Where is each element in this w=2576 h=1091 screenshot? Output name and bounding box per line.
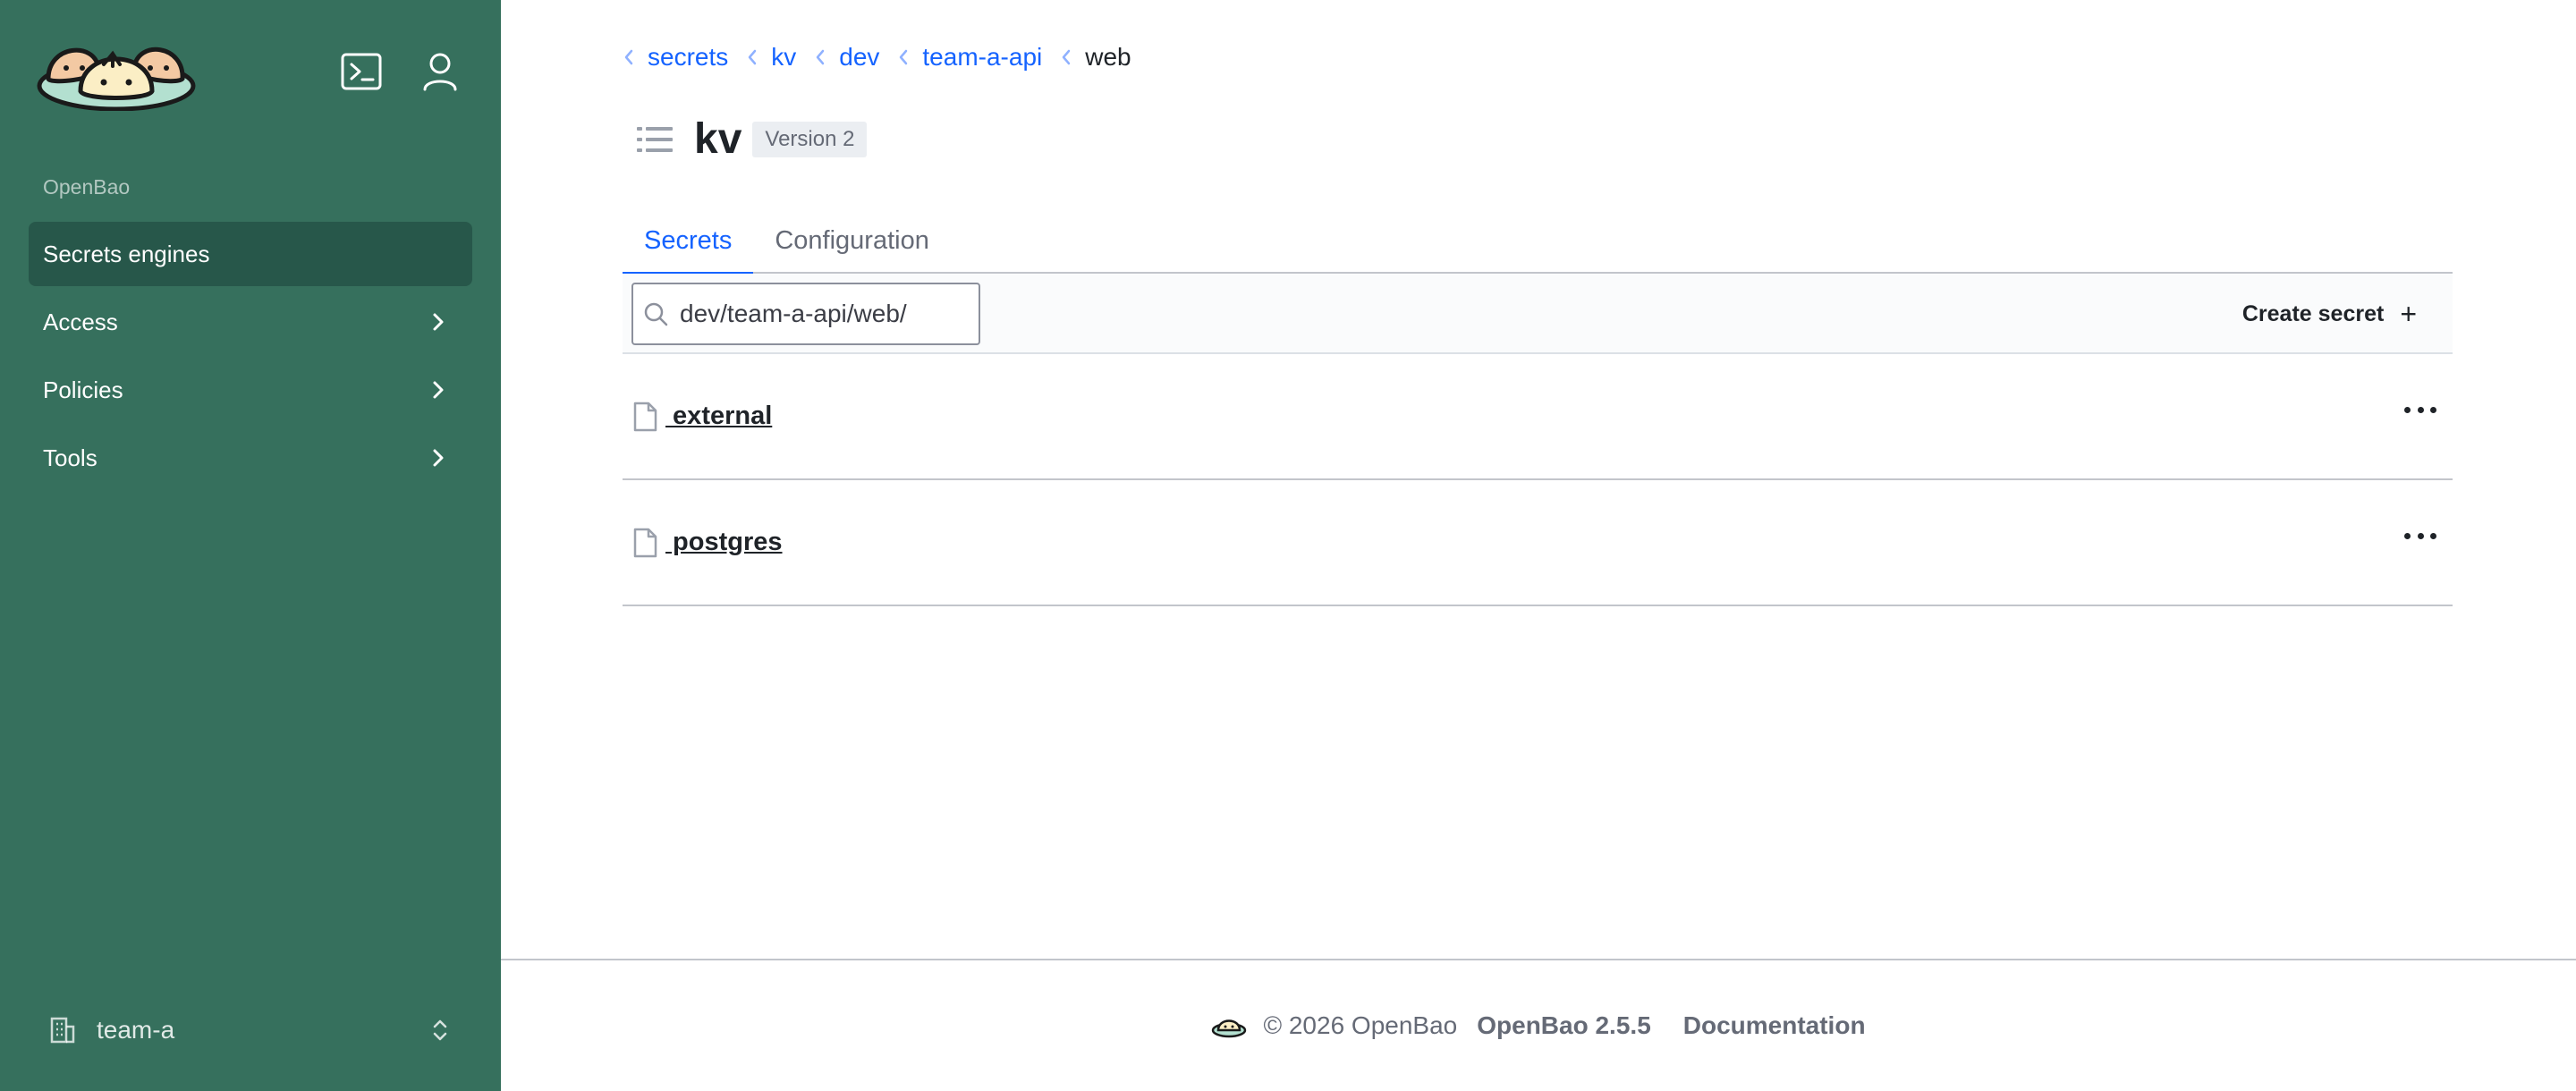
breadcrumb-link-kv[interactable]: kv [771,43,796,72]
chevron-left-icon [817,49,825,65]
breadcrumb-current: web [1085,43,1131,71]
breadcrumb-item: web [1060,43,1131,72]
sidebar-section-label: OpenBao [43,175,131,199]
sidebar-item-label: Access [43,308,118,335]
breadcrumb-link-dev[interactable]: dev [839,43,879,72]
sidebar-item-label: Tools [43,444,97,471]
more-actions-icon[interactable] [2404,527,2436,545]
file-icon [633,528,657,557]
sidebar-item-access[interactable]: Access [29,290,472,354]
secret-name-link[interactable]: external [665,402,772,431]
chevron-left-icon [624,49,633,65]
sidebar-item-label: Secrets engines [43,240,210,267]
list-icon [637,126,673,152]
list-item[interactable]: external [623,354,2453,480]
sidebar-item-tools[interactable]: Tools [29,426,472,490]
sidebar-item-policies[interactable]: Policies [29,358,472,422]
main-content: secrets kv dev team-a-api web kv Version… [501,0,2576,957]
breadcrumb-link-team-a-api[interactable]: team-a-api [922,43,1042,72]
breadcrumb-item: kv [746,43,796,72]
openbao-mini-logo [1212,1019,1247,1038]
openbao-logo[interactable] [36,29,197,111]
tab-bar: Secrets Configuration [623,207,2453,275]
footer-copyright: © 2026 OpenBao [1263,1011,1458,1039]
more-actions-icon[interactable] [2404,401,2436,419]
secrets-toolbar: Create secret + [623,274,2453,354]
file-icon [633,402,657,431]
page-title: kv [694,115,742,163]
tab-configuration[interactable]: Configuration [753,207,951,274]
breadcrumb-link-secrets[interactable]: secrets [648,43,728,72]
create-secret-label: Create secret [2241,300,2385,326]
breadcrumb-item: dev [814,43,879,72]
sidebar-item-label: Policies [43,376,123,403]
page-header: kv Version 2 [635,114,868,164]
chevron-up-down-icon [433,1019,447,1041]
chevron-left-icon [749,49,757,65]
chevron-right-icon [433,449,444,467]
secret-name-link[interactable]: postgres [665,528,782,557]
footer: © 2026 OpenBao OpenBao 2.5.5 Documentati… [501,959,2576,1091]
sidebar: OpenBao Secrets engines Access Policies … [0,0,501,1091]
tab-secrets[interactable]: Secrets [623,207,754,275]
user-icon[interactable] [419,50,462,93]
path-search[interactable] [631,283,980,345]
documentation-link[interactable]: Documentation [1683,1011,1866,1040]
footer-version: OpenBao 2.5.5 [1477,1011,1651,1039]
breadcrumb: secrets kv dev team-a-api web [623,43,1149,72]
secrets-list: external postgres [623,354,2453,606]
create-secret-button[interactable]: Create secret + [2242,295,2417,333]
search-icon [644,302,668,326]
namespace-name: team-a [97,1016,175,1044]
plus-icon: + [2400,298,2417,330]
version-badge: Version 2 [752,121,868,157]
chevron-right-icon [433,381,444,399]
chevron-left-icon [900,49,908,65]
search-input[interactable] [680,300,966,328]
breadcrumb-item: team-a-api [897,43,1042,72]
breadcrumb-item: secrets [623,43,728,72]
sidebar-item-secrets-engines[interactable]: Secrets engines [29,222,472,286]
chevron-right-icon [433,313,444,331]
namespace-switcher[interactable]: team-a [29,996,472,1064]
chevron-left-icon [1063,49,1071,65]
terminal-icon[interactable] [340,50,383,93]
list-item[interactable]: postgres [623,480,2453,606]
building-icon [50,1017,75,1044]
